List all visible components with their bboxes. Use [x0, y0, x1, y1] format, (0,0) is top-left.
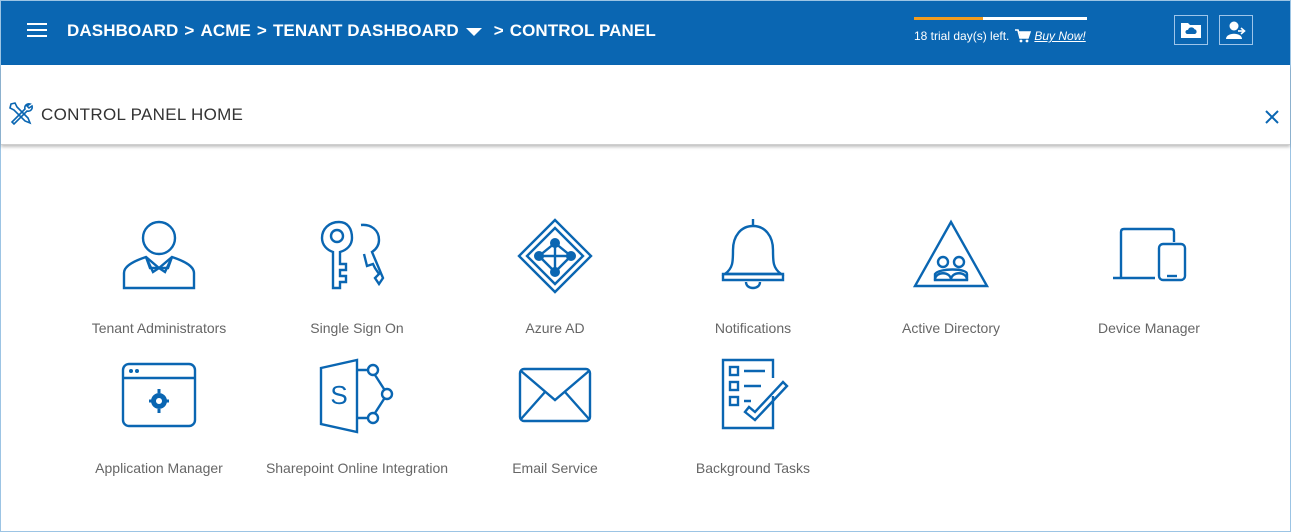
tile-label: Azure AD	[525, 320, 585, 336]
user-admin-icon	[122, 220, 196, 290]
tile-azure-ad[interactable]: Azure AD	[456, 216, 654, 341]
page-header: CONTROL PANEL HOME	[1, 65, 1290, 145]
bell-icon	[721, 219, 785, 290]
trial-progress-bar	[914, 17, 1087, 20]
close-icon[interactable]	[1263, 108, 1281, 126]
tile-label: Device Manager	[1098, 320, 1200, 336]
hamburger-menu-icon[interactable]	[27, 23, 47, 41]
tile-email-service[interactable]: Email Service	[456, 356, 654, 481]
user-logout-button[interactable]	[1219, 15, 1253, 45]
trial-status: 18 trial day(s) left. Buy Now!	[914, 17, 1089, 43]
azure-ad-icon	[517, 218, 593, 294]
tile-label: Background Tasks	[695, 460, 811, 476]
tile-label: Single Sign On	[310, 320, 404, 336]
tile-notifications[interactable]: Notifications	[654, 216, 852, 341]
breadcrumb: DASHBOARD > ACME > TENANT DASHBOARD > CO…	[67, 21, 656, 41]
tile-label: Active Directory	[901, 320, 1001, 336]
breadcrumb-tenant-dashboard[interactable]: TENANT DASHBOARD	[273, 21, 459, 41]
breadcrumb-acme[interactable]: ACME	[200, 21, 250, 41]
tile-sharepoint-online-integration[interactable]: S Sharepoint Online Integration	[258, 356, 456, 481]
app-window-gear-icon	[121, 362, 197, 428]
cloud-folder-button[interactable]	[1174, 15, 1208, 45]
tile-label: Tenant Administrators	[91, 320, 227, 336]
active-directory-icon	[912, 219, 990, 288]
envelope-icon	[518, 367, 592, 423]
tile-label: Application Manager	[95, 460, 223, 476]
tile-background-tasks[interactable]: Background Tasks	[654, 356, 852, 481]
tile-active-directory[interactable]: Active Directory	[852, 216, 1050, 341]
tile-tenant-administrators[interactable]: Tenant Administrators	[60, 216, 258, 341]
tools-icon	[9, 102, 33, 126]
page-title: CONTROL PANEL HOME	[41, 105, 244, 124]
control-panel-grid: Tenant Administrators Single Sign On Azu…	[0, 146, 1291, 531]
breadcrumb-separator: >	[256, 21, 267, 40]
devices-icon	[1113, 227, 1187, 282]
user-logout-icon	[1226, 21, 1246, 39]
tile-label: Email Service	[512, 460, 598, 476]
tile-label: Sharepoint Online Integration	[265, 460, 449, 476]
checklist-icon	[721, 358, 789, 430]
top-navigation-bar: DASHBOARD > ACME > TENANT DASHBOARD > CO…	[1, 1, 1290, 65]
breadcrumb-separator: >	[184, 21, 195, 40]
sharepoint-icon: S	[319, 358, 394, 434]
cart-icon[interactable]	[1015, 29, 1032, 43]
breadcrumb-separator: >	[493, 21, 504, 40]
breadcrumb-dashboard[interactable]: DASHBOARD	[67, 21, 178, 41]
tile-single-sign-on[interactable]: Single Sign On	[258, 216, 456, 341]
buy-now-link[interactable]: Buy Now!	[1034, 29, 1085, 43]
cloud-folder-icon	[1181, 23, 1201, 38]
svg-text:S: S	[330, 380, 347, 410]
trial-progress-fill	[914, 17, 984, 20]
trial-days-text: 18 trial day(s) left.	[914, 29, 1010, 43]
tile-device-manager[interactable]: Device Manager	[1050, 216, 1248, 341]
tenant-dropdown-caret-icon[interactable]	[465, 28, 482, 36]
tile-application-manager[interactable]: Application Manager	[60, 356, 258, 481]
breadcrumb-control-panel: CONTROL PANEL	[509, 21, 656, 40]
tile-label: Notifications	[714, 320, 792, 336]
keys-icon	[320, 220, 385, 290]
